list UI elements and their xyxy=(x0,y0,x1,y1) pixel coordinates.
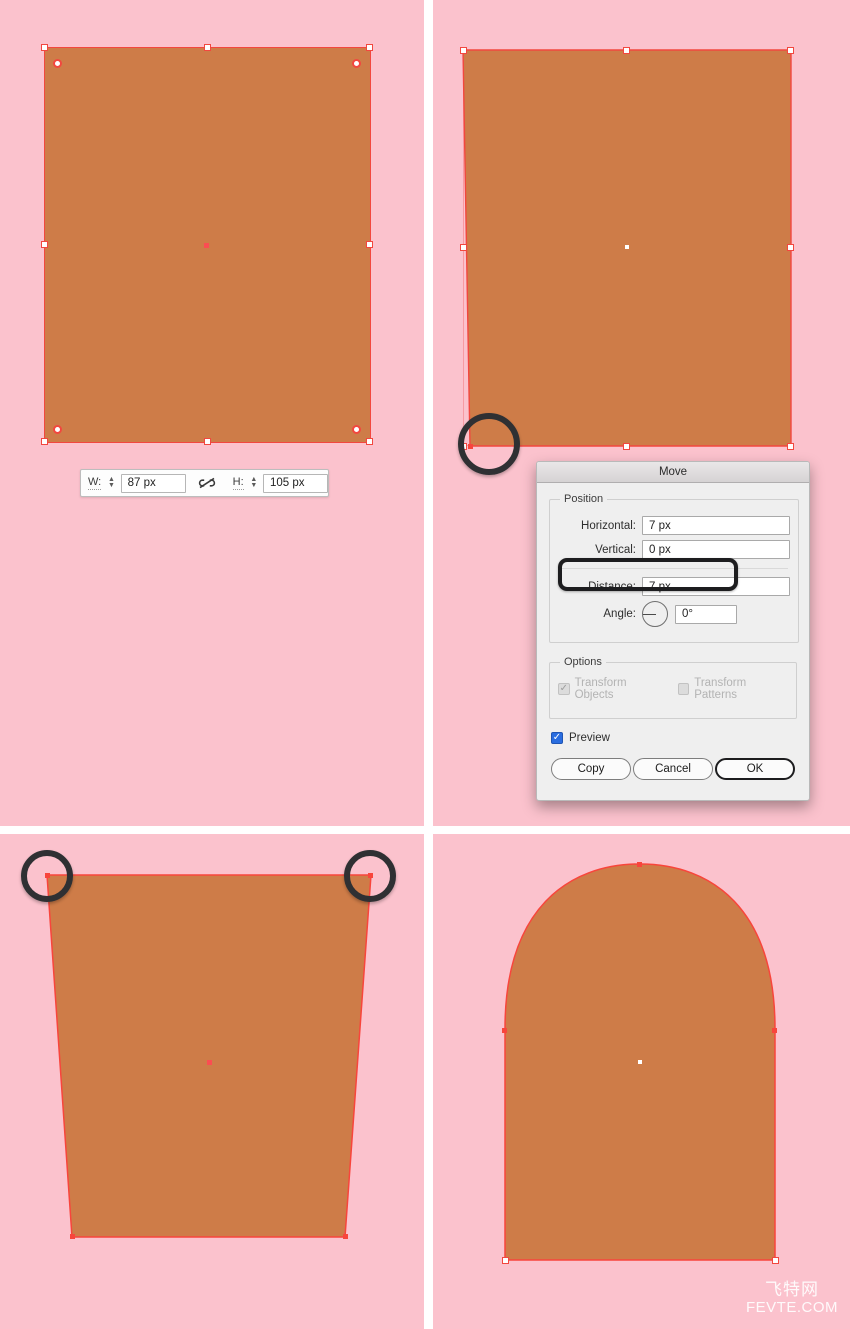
position-group-legend: Position xyxy=(564,493,604,505)
distance-input[interactable]: 7 px xyxy=(642,577,790,596)
live-corner-widget-bottom-right[interactable] xyxy=(352,425,361,434)
bbox-handle-middle-right[interactable] xyxy=(366,241,373,248)
arch-shape[interactable] xyxy=(433,834,850,1329)
cancel-button[interactable]: Cancel xyxy=(633,758,713,780)
anchor-middle-left[interactable] xyxy=(502,1028,507,1033)
bbox-handle-middle-right[interactable] xyxy=(787,244,794,251)
options-group: Options ✓ Transform Objects Transform Pa… xyxy=(549,656,797,719)
bbox-handle-top-right[interactable] xyxy=(366,44,373,51)
angle-row: Angle: 0° xyxy=(558,601,790,627)
width-label: W: xyxy=(88,475,102,490)
height-input[interactable]: 105 px xyxy=(262,473,328,493)
annotation-ring-top-left xyxy=(21,850,73,902)
bbox-handle-bottom-left[interactable] xyxy=(41,438,48,445)
angle-dial-needle xyxy=(643,613,656,615)
anchor-middle-right[interactable] xyxy=(772,1028,777,1033)
height-stepper[interactable]: ▲ ▼ xyxy=(249,476,259,489)
transform-patterns-label: Transform Patterns xyxy=(694,677,747,701)
bbox-handle-bottom-right[interactable] xyxy=(366,438,373,445)
broken-link-icon[interactable] xyxy=(198,477,216,489)
distance-row: Distance: 7 px xyxy=(558,577,790,596)
site-watermark: 飞特网 FEVTE.COM xyxy=(746,1281,838,1317)
vertical-row: Vertical: 0 px xyxy=(558,540,790,559)
transform-patterns-checkbox xyxy=(677,683,690,695)
anchor-bottom-left[interactable] xyxy=(502,1257,509,1264)
dialog-title: Move xyxy=(658,466,688,478)
anchor-top-center[interactable] xyxy=(637,862,642,867)
height-label: H: xyxy=(232,475,244,490)
live-corner-widget-top-right[interactable] xyxy=(352,59,361,68)
bbox-handle-middle-left[interactable] xyxy=(41,241,48,248)
live-corner-widget-bottom-left[interactable] xyxy=(53,425,62,434)
ok-button[interactable]: OK xyxy=(715,758,795,780)
bbox-handle-bottom-center[interactable] xyxy=(204,438,211,445)
vertical-label: Vertical: xyxy=(595,543,636,556)
bbox-handle-top-left[interactable] xyxy=(460,47,467,54)
preview-checkbox[interactable]: ✓ xyxy=(551,732,563,744)
angle-input[interactable]: 0° xyxy=(675,604,737,624)
bbox-handle-bottom-center[interactable] xyxy=(623,443,630,450)
transform-toolbar[interactable]: W: ▲ ▼ 87 px H: ▲ ▼ 105 px xyxy=(80,469,329,497)
shape-center-point xyxy=(207,1060,212,1065)
dialog-body: Position Horizontal: 7 px Vertical: 0 px… xyxy=(537,483,809,780)
shape-center-point xyxy=(204,243,209,248)
dialog-titlebar: Move xyxy=(537,462,809,483)
bbox-handle-middle-left[interactable] xyxy=(460,244,467,251)
annotation-ring-top-right xyxy=(344,850,396,902)
anchor-bottom-right[interactable] xyxy=(343,1234,348,1239)
copy-button[interactable]: Copy xyxy=(551,758,631,780)
screenshot-root: W: ▲ ▼ 87 px H: ▲ ▼ 105 px Move Position… xyxy=(0,0,850,1329)
horizontal-row: Horizontal: 7 px xyxy=(558,516,790,535)
preview-row[interactable]: ✓ Preview xyxy=(551,732,797,744)
options-group-legend: Options xyxy=(564,656,602,668)
dialog-button-row: Copy Cancel OK xyxy=(551,758,795,780)
watermark-chinese: 飞特网 xyxy=(764,1280,819,1301)
panel-step-4 xyxy=(433,834,850,1329)
shape-center-point xyxy=(638,1060,642,1064)
distance-label: Distance: xyxy=(588,580,636,593)
panel-step-1: W: ▲ ▼ 87 px H: ▲ ▼ 105 px xyxy=(0,0,424,826)
skewed-shape[interactable] xyxy=(433,0,850,470)
angle-dial[interactable] xyxy=(642,601,668,627)
bbox-handle-top-center[interactable] xyxy=(623,47,630,54)
bbox-handle-top-right[interactable] xyxy=(787,47,794,54)
live-corner-widget-top-left[interactable] xyxy=(53,59,62,68)
anchor-bottom-right[interactable] xyxy=(772,1257,779,1264)
position-group: Position Horizontal: 7 px Vertical: 0 px… xyxy=(549,493,799,643)
horizontal-label: Horizontal: xyxy=(581,519,636,532)
panel-step-3 xyxy=(0,834,424,1329)
watermark-latin: FEVTE.COM xyxy=(745,1299,838,1317)
bbox-handle-top-left[interactable] xyxy=(41,44,48,51)
annotation-ring-bottom-left xyxy=(458,413,520,475)
horizontal-input[interactable]: 7 px xyxy=(642,516,790,535)
angle-label: Angle: xyxy=(603,608,636,620)
bbox-handle-bottom-right[interactable] xyxy=(787,443,794,450)
transform-objects-label: Transform Objects xyxy=(574,677,627,701)
trapezoid-shape[interactable] xyxy=(0,834,424,1329)
width-stepper[interactable]: ▲ ▼ xyxy=(106,476,116,489)
anchor-bottom-left[interactable] xyxy=(70,1234,75,1239)
width-input[interactable]: 87 px xyxy=(120,473,186,493)
bbox-handle-top-center[interactable] xyxy=(204,44,211,51)
position-divider xyxy=(560,568,788,569)
move-dialog[interactable]: Move Position Horizontal: 7 px Vertical:… xyxy=(536,461,810,801)
options-row: ✓ Transform Objects Transform Patterns xyxy=(558,677,788,701)
vertical-input[interactable]: 0 px xyxy=(642,540,790,559)
shape-center-point xyxy=(625,245,629,249)
preview-label: Preview xyxy=(569,732,610,744)
transform-objects-checkbox: ✓ xyxy=(558,683,570,695)
